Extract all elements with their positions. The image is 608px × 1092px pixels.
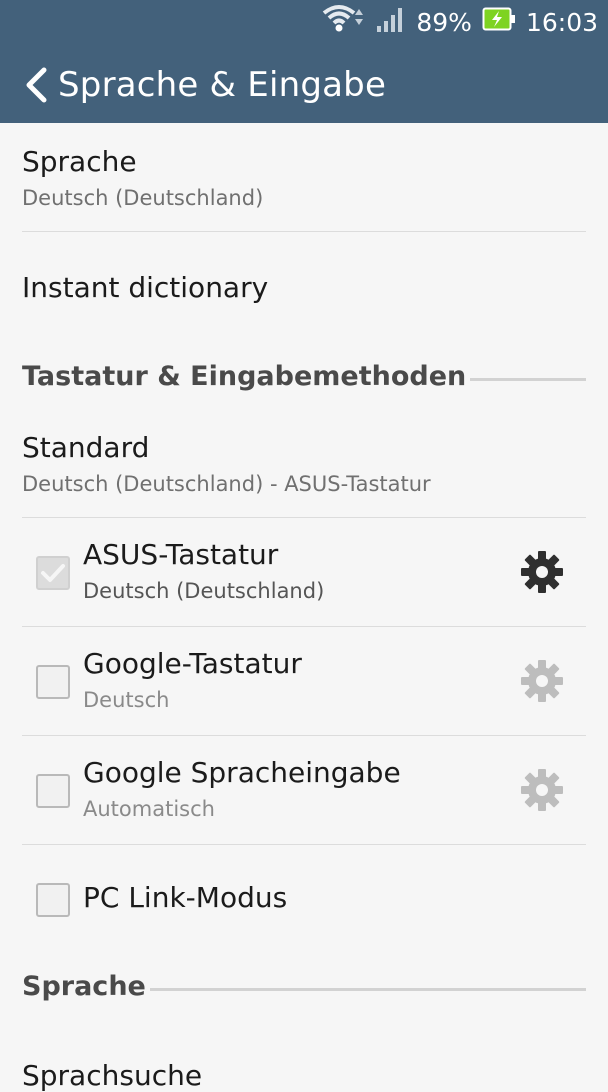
gear-icon — [521, 551, 563, 593]
instant-dictionary-item[interactable]: Instant dictionary — [22, 271, 586, 304]
asus-keyboard-title: ASUS-Tastatur — [83, 538, 279, 571]
status-bar: 89% 16:03 — [0, 0, 608, 44]
asus-keyboard-settings-button[interactable] — [520, 550, 564, 594]
section-header-speech: Sprache — [22, 971, 586, 1002]
divider — [22, 735, 586, 736]
app-bar: 89% 16:03 Sprache & Eingabe — [0, 0, 608, 123]
pc-link-mode-checkbox[interactable] — [36, 883, 70, 917]
section-divider — [470, 378, 586, 381]
google-keyboard-checkbox[interactable] — [36, 665, 70, 699]
default-keyboard-value: Deutsch (Deutschland) - ASUS-Tastatur — [22, 472, 431, 496]
battery-percent: 89% — [416, 7, 472, 37]
divider — [22, 231, 586, 232]
signal-icon — [376, 4, 406, 40]
default-keyboard-title: Standard — [22, 431, 150, 464]
language-item[interactable]: Sprache Deutsch (Deutschland) — [22, 145, 586, 210]
google-keyboard-settings-button[interactable] — [520, 659, 564, 703]
google-voice-input-title: Google Spracheingabe — [83, 756, 401, 789]
language-title: Sprache — [22, 145, 137, 178]
google-voice-input-settings-button[interactable] — [520, 768, 564, 812]
voice-search-title: Sprachsuche — [22, 1059, 203, 1092]
pc-link-mode-item[interactable]: PC Link-Modus — [83, 881, 483, 914]
google-voice-input-subtitle: Automatisch — [83, 797, 215, 821]
section-header-keyboard: Tastatur & Eingabemethoden — [22, 361, 586, 392]
google-keyboard-subtitle: Deutsch — [83, 688, 170, 712]
asus-keyboard-subtitle: Deutsch (Deutschland) — [83, 579, 325, 603]
google-keyboard-title: Google-Tastatur — [83, 647, 302, 680]
instant-dictionary-title: Instant dictionary — [22, 271, 269, 304]
divider — [22, 626, 586, 627]
google-keyboard-item[interactable]: Google-Tastatur Deutsch — [83, 647, 483, 712]
divider — [22, 517, 586, 518]
battery-charging-icon — [482, 7, 516, 37]
asus-keyboard-checkbox[interactable] — [36, 556, 70, 590]
checkmark-icon — [41, 564, 65, 582]
section-header-keyboard-label: Tastatur & Eingabemethoden — [22, 361, 467, 392]
gear-icon — [521, 769, 563, 811]
gear-icon — [521, 660, 563, 702]
default-keyboard-item[interactable]: Standard Deutsch (Deutschland) - ASUS-Ta… — [22, 431, 586, 496]
voice-search-item[interactable]: Sprachsuche — [22, 1059, 586, 1092]
section-divider — [149, 988, 586, 991]
google-voice-input-checkbox[interactable] — [36, 774, 70, 808]
pc-link-mode-title: PC Link-Modus — [83, 881, 288, 914]
divider — [22, 844, 586, 845]
wifi-icon — [322, 3, 366, 41]
page-title: Sprache & Eingabe — [58, 65, 387, 105]
section-header-speech-label: Sprache — [22, 971, 146, 1002]
asus-keyboard-item[interactable]: ASUS-Tastatur Deutsch (Deutschland) — [83, 538, 483, 603]
google-voice-input-item[interactable]: Google Spracheingabe Automatisch — [83, 756, 483, 821]
back-button[interactable] — [14, 55, 58, 115]
clock: 16:03 — [525, 7, 598, 37]
chevron-left-icon — [26, 67, 47, 103]
language-value: Deutsch (Deutschland) — [22, 186, 264, 210]
